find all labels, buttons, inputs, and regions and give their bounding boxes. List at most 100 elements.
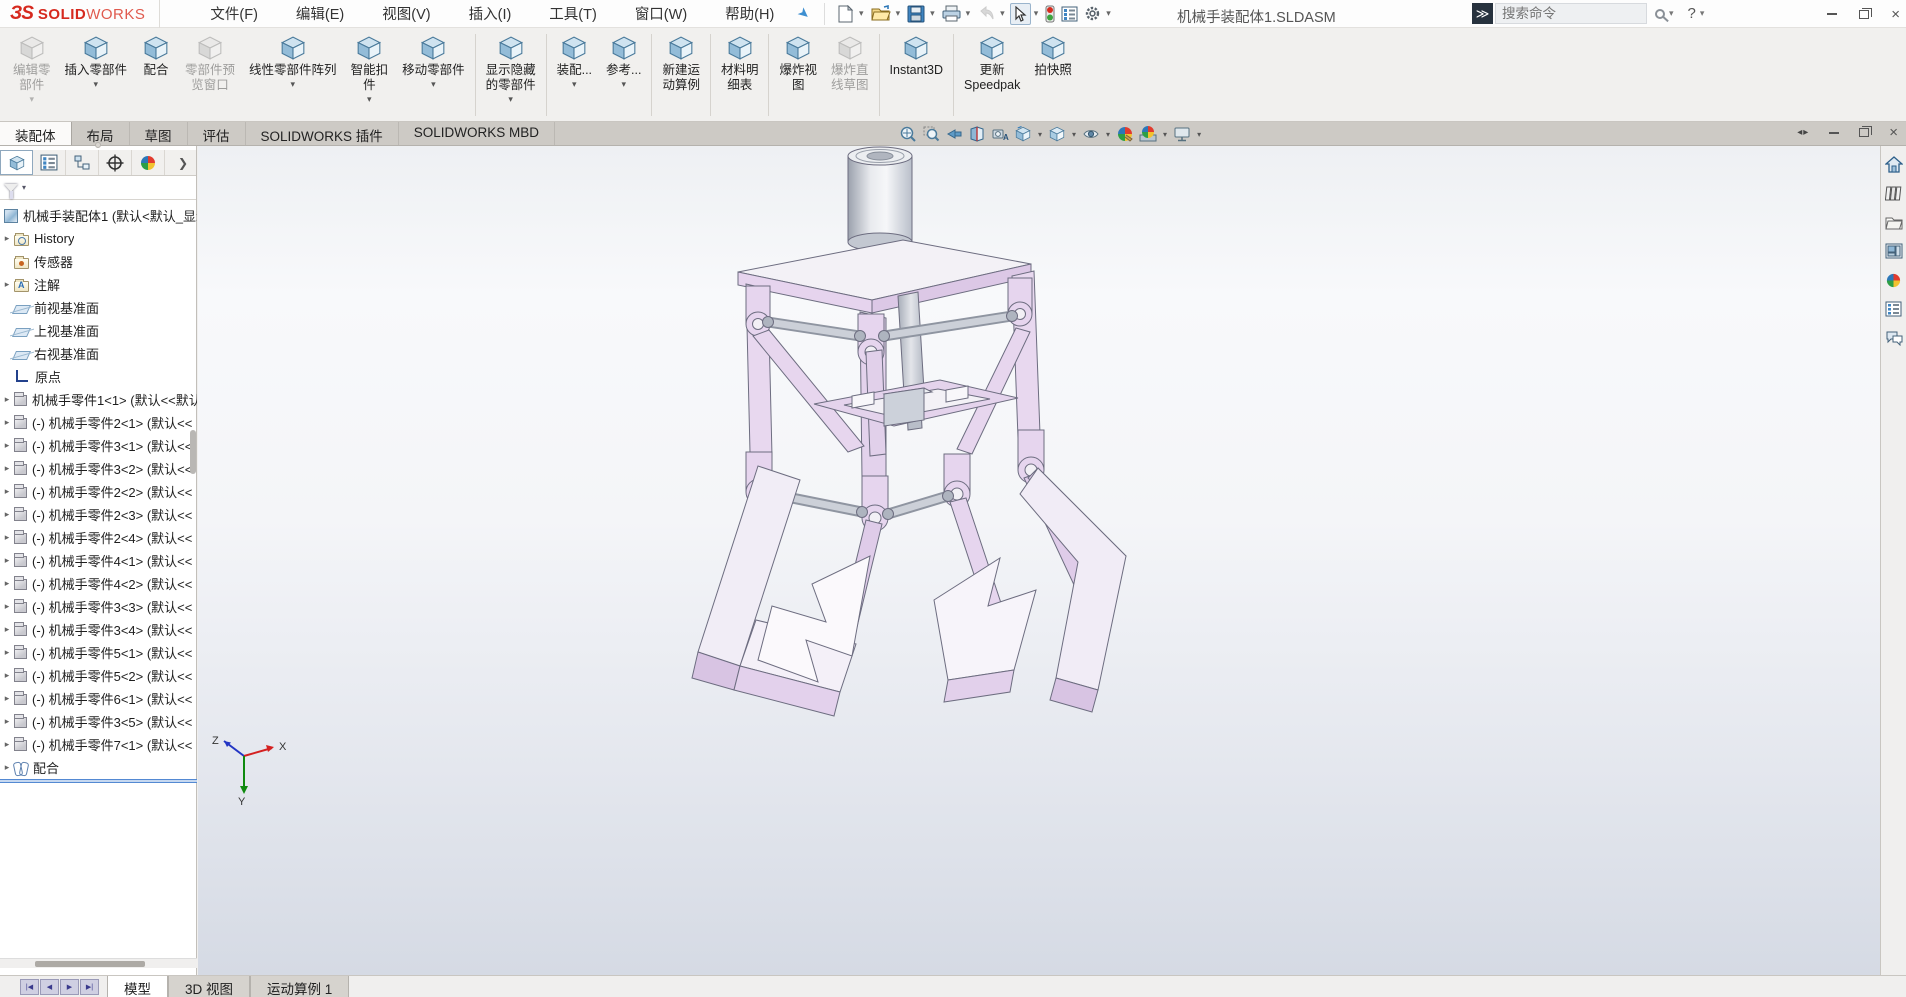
menu-item[interactable]: 工具(T) [547,1,599,26]
expand-arrow-icon[interactable]: ▸ [0,693,14,704]
menu-item[interactable]: 编辑(E) [294,1,346,26]
expand-arrow-icon[interactable]: ▸ [0,555,14,566]
design-library-icon[interactable] [1884,183,1904,203]
tree-item[interactable]: ▸ (-) 机械手零件3<1> (默认<< [0,434,197,457]
help-icon[interactable]: ? [1688,5,1696,22]
tree-item[interactable]: 机械手装配体1 (默认<默认_显示 [0,204,197,227]
expand-arrow-icon[interactable]: ▸ [0,716,14,727]
graphics-viewport[interactable]: Z X Y [198,146,1880,975]
ribbon-button[interactable]: 零部件预 览窗口 [178,32,242,104]
previous-view-icon[interactable] [944,124,964,144]
edit-appearance-icon[interactable] [1115,124,1135,144]
section-view-icon[interactable] [967,124,987,144]
tree-item[interactable]: ▸ (-) 机械手零件2<1> (默认<< [0,411,197,434]
tree-item[interactable]: ▸ (-) 机械手零件2<4> (默认<< [0,526,197,549]
expand-arrow-icon[interactable]: ▸ [0,417,14,428]
ribbon-button[interactable]: 配合 [134,32,178,89]
expand-arrow-icon[interactable]: ▸ [0,279,14,290]
options-list-icon[interactable] [1059,4,1080,24]
expand-arrow-icon[interactable]: ▸ [0,486,14,497]
tree-item[interactable]: ▸ 机械手零件1<1> (默认<<默认 [0,388,197,411]
tree-item[interactable]: 传感器 [0,250,197,273]
panel-tabs-overflow-icon[interactable]: ❯ [170,150,196,175]
tree-item[interactable]: ▸ (-) 机械手零件6<1> (默认<< [0,687,197,710]
menu-item[interactable]: 帮助(H) [723,1,776,26]
vcr-button[interactable]: |◀ [20,979,39,995]
ribbon-button[interactable]: 装配... ▾ [550,32,599,89]
tree-item[interactable]: 右视基准面 [0,342,197,365]
appearances-icon[interactable] [1884,270,1904,290]
expand-arrow-icon[interactable]: ▸ [0,647,14,658]
vcr-button[interactable]: ▶ [60,979,79,995]
panel-horizontal-scrollbar[interactable] [0,958,197,968]
command-tab[interactable]: 布局 [72,122,130,145]
ribbon-button[interactable]: 显示隐藏 的零部件 ▾ [479,32,543,104]
dimxpert-tab[interactable] [99,150,132,175]
panel-vertical-scrollbar[interactable] [190,430,196,474]
ribbon-button[interactable]: 移动零部件 ▾ [395,32,472,89]
home-icon[interactable] [1884,154,1904,174]
rebuild-traffic-light-icon[interactable] [1043,3,1057,25]
splitter-handle[interactable] [95,142,101,148]
expand-arrow-icon[interactable]: ▸ [0,624,14,635]
view-settings-icon[interactable] [1172,124,1192,144]
scrollbar-thumb[interactable] [35,961,145,967]
save-icon[interactable] [905,3,927,25]
tree-item[interactable]: ▸ (-) 机械手零件2<2> (默认<< [0,480,197,503]
ribbon-button[interactable]: 爆炸视 图 [772,32,824,104]
ribbon-button[interactable]: 新建运 动算例 [655,32,707,104]
expand-arrow-icon[interactable]: ▸ [0,233,14,244]
menu-item[interactable]: 视图(V) [380,1,432,26]
document-bottom-tab[interactable]: 3D 视图 [168,976,250,997]
tree-item[interactable]: ▸ (-) 机械手零件5<2> (默认<< [0,664,197,687]
document-minimize-icon[interactable] [1829,132,1839,134]
annotation-view-icon[interactable]: A [990,124,1010,144]
expand-arrow-icon[interactable]: ▸ [0,578,14,589]
print-icon[interactable] [940,3,963,24]
tree-item[interactable]: ▸ (-) 机械手零件7<1> (默认<< [0,733,197,756]
configurationmanager-tab[interactable] [66,150,99,175]
displaymanager-tab[interactable] [132,150,165,175]
view-palette-icon[interactable] [1884,241,1904,261]
search-magnifier-icon[interactable] [1655,9,1665,19]
vcr-button[interactable]: ▶| [80,979,99,995]
pin-icon[interactable]: ➤ [794,3,814,24]
zoom-fit-icon[interactable] [898,124,918,144]
expand-arrow-icon[interactable]: ▸ [0,463,14,474]
expand-arrow-icon[interactable]: ▸ [0,440,14,451]
tree-item[interactable]: 上视基准面 [0,319,197,342]
expand-arrow-icon[interactable]: ▸ [0,394,14,405]
ribbon-button[interactable]: Instant3D [883,32,951,89]
tree-item[interactable]: ▸ 配合 [0,756,197,779]
expand-arrow-icon[interactable]: ▸ [0,670,14,681]
select-cursor-icon[interactable] [1010,3,1031,25]
tree-item[interactable]: ▸ (-) 机械手零件5<1> (默认<< [0,641,197,664]
tree-item[interactable]: ▸ 注解 [0,273,197,296]
expand-arrow-icon[interactable]: ▸ [0,532,14,543]
expand-arrow-icon[interactable]: ▸ [0,509,14,520]
tree-item[interactable]: 原点 [0,365,197,388]
tree-item[interactable]: ▸ (-) 机械手零件4<2> (默认<< [0,572,197,595]
ribbon-button[interactable]: 拍快照 [1027,32,1079,89]
rollback-bar[interactable] [0,779,197,783]
document-bottom-tab[interactable]: 运动算例 1 [250,976,349,997]
command-tab[interactable]: 草图 [130,122,188,145]
new-document-icon[interactable] [835,3,856,25]
tree-item[interactable]: ▸ (-) 机械手零件3<2> (默认<< [0,457,197,480]
propertymanager-tab[interactable] [33,150,66,175]
command-tab[interactable]: 装配体 [0,122,72,145]
expand-arrow-icon[interactable]: ▸ [0,762,14,773]
settings-gear-icon[interactable] [1082,3,1103,24]
ribbon-button[interactable]: 爆炸直 线草图 [824,32,876,104]
close-icon[interactable]: × [1891,6,1900,23]
ribbon-button[interactable]: 材料明 细表 [714,32,766,104]
document-bottom-tab[interactable]: 模型 [107,976,168,997]
menu-item[interactable]: 插入(I) [467,1,514,26]
restore-icon[interactable] [1859,10,1869,19]
ribbon-button[interactable]: 参考... ▾ [599,32,648,89]
zoom-area-icon[interactable] [921,124,941,144]
expand-arrow-icon[interactable]: ▸ [0,601,14,612]
vcr-button[interactable]: ◀ [40,979,59,995]
menu-item[interactable]: 窗口(W) [633,1,689,26]
expand-arrow-icon[interactable]: ▸ [0,739,14,750]
